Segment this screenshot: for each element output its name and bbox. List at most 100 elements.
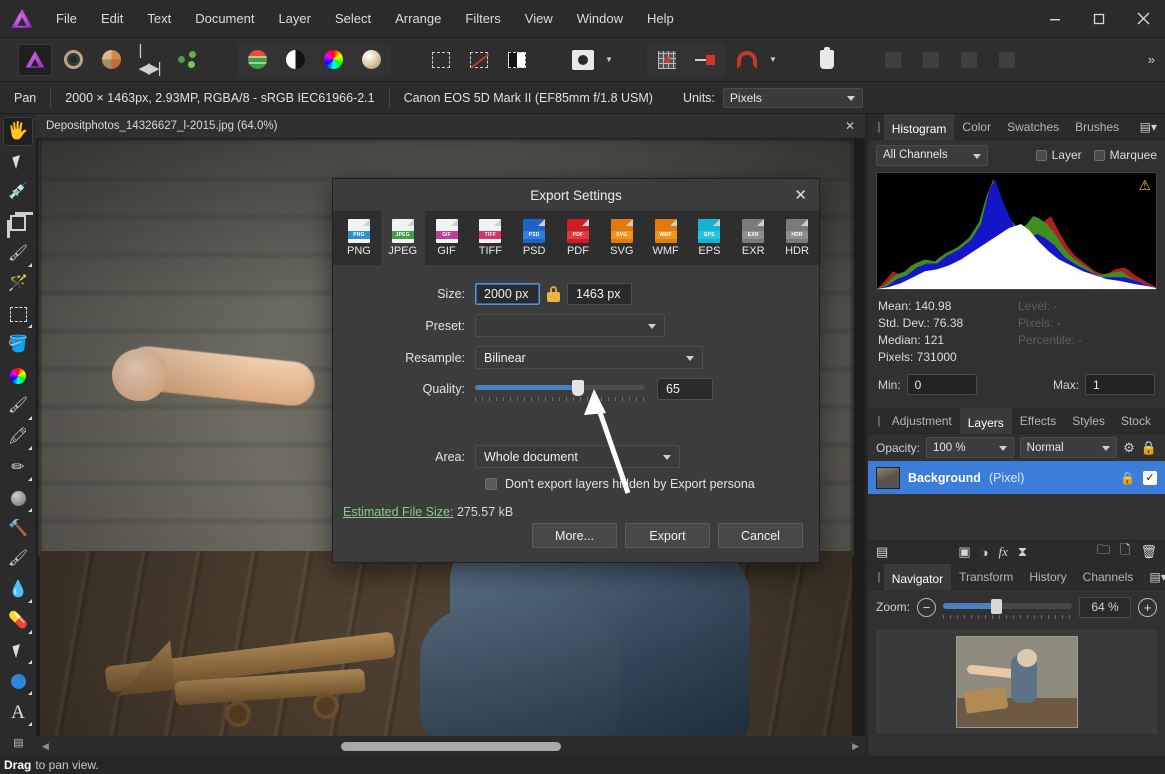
menu-edit[interactable]: Edit bbox=[89, 0, 135, 38]
channel-select[interactable]: All Channels bbox=[876, 145, 988, 166]
cancel-button[interactable]: Cancel bbox=[718, 523, 803, 548]
max-input[interactable]: 1 bbox=[1085, 374, 1155, 395]
marquee-checkbox[interactable] bbox=[1094, 150, 1105, 161]
units-select[interactable]: Pixels bbox=[723, 88, 863, 108]
tab-stock[interactable]: Stock bbox=[1113, 408, 1159, 434]
tool-healing-brush[interactable]: 💊 bbox=[3, 606, 33, 635]
tool-frame-text[interactable]: ▤ bbox=[3, 729, 33, 758]
menu-text[interactable]: Text bbox=[135, 0, 183, 38]
opacity-select[interactable]: 100 % bbox=[926, 437, 1014, 458]
minimize-button[interactable] bbox=[1033, 0, 1077, 38]
document-tab-close-icon[interactable]: ✕ bbox=[845, 119, 855, 133]
menu-select[interactable]: Select bbox=[323, 0, 383, 38]
distribute-button[interactable] bbox=[952, 44, 986, 76]
menu-file[interactable]: File bbox=[44, 0, 89, 38]
tool-color-picker[interactable]: 💉 bbox=[3, 178, 33, 207]
capture-dropdown[interactable]: ▼ bbox=[602, 45, 616, 75]
panel-grip-icon[interactable]: || bbox=[872, 415, 884, 427]
tool-node[interactable] bbox=[3, 637, 33, 666]
navigator-preview[interactable] bbox=[876, 630, 1157, 734]
liquify-persona-button[interactable] bbox=[56, 44, 90, 76]
align-left-button[interactable] bbox=[876, 44, 910, 76]
format-tab-wmf[interactable]: WMFWMF bbox=[644, 211, 688, 265]
live-filter-icon[interactable]: ⧗ bbox=[1018, 544, 1027, 560]
panel-menu-icon[interactable]: ▤▾ bbox=[1159, 414, 1165, 428]
tool-retouch[interactable]: 🖌 bbox=[3, 239, 33, 268]
menu-window[interactable]: Window bbox=[565, 0, 635, 38]
marquee-select-button[interactable] bbox=[424, 44, 458, 76]
tool-erase-brush[interactable]: ✏ bbox=[3, 453, 33, 482]
tab-channels[interactable]: Channels bbox=[1075, 564, 1142, 590]
tab-history[interactable]: History bbox=[1021, 564, 1074, 590]
export-persona-button[interactable] bbox=[170, 44, 204, 76]
menu-view[interactable]: View bbox=[513, 0, 565, 38]
clipping-warning-icon[interactable]: ⚠ bbox=[1138, 177, 1151, 194]
canvas-horizontal-scrollbar[interactable]: ◀ ▶ bbox=[36, 736, 865, 756]
tab-histogram[interactable]: Histogram bbox=[884, 114, 955, 140]
close-button[interactable] bbox=[1121, 0, 1165, 38]
panel-grip-icon[interactable]: || bbox=[872, 571, 884, 583]
fill-button[interactable] bbox=[990, 44, 1024, 76]
lock-icon[interactable]: 🔒 bbox=[1141, 440, 1157, 456]
adjustment-icon[interactable]: ◑ bbox=[981, 545, 989, 560]
zoom-slider[interactable] bbox=[943, 599, 1072, 615]
layer-visibility-checkbox[interactable]: ✓ bbox=[1143, 471, 1157, 485]
format-tab-svg[interactable]: SVGSVG bbox=[600, 211, 644, 265]
tab-transform[interactable]: Transform bbox=[951, 564, 1021, 590]
tool-crop[interactable] bbox=[3, 209, 33, 238]
maximize-button[interactable] bbox=[1077, 0, 1121, 38]
tool-ellipse[interactable] bbox=[3, 667, 33, 696]
snap-to-guides-button[interactable] bbox=[688, 44, 722, 76]
layer-checkbox[interactable] bbox=[1036, 150, 1047, 161]
format-tab-tiff[interactable]: TIFFTIFF bbox=[468, 211, 512, 265]
size-height-input[interactable]: 1463 px bbox=[567, 283, 632, 305]
trash-button[interactable] bbox=[810, 44, 844, 76]
dialog-close-icon[interactable]: ✕ bbox=[794, 186, 807, 204]
new-group-icon[interactable]: 🗀 bbox=[1097, 541, 1110, 563]
tab-color[interactable]: Color bbox=[954, 114, 999, 140]
tool-dodge-burn[interactable] bbox=[3, 484, 33, 513]
preset-select[interactable] bbox=[475, 314, 665, 337]
tab-effects[interactable]: Effects bbox=[1012, 408, 1064, 434]
tone-mapping-persona-button[interactable]: |◀▶| bbox=[132, 44, 166, 76]
tab-brushes[interactable]: Brushes bbox=[1067, 114, 1127, 140]
format-tab-png[interactable]: PNGPNG bbox=[337, 211, 381, 265]
marquee-checkbox-row[interactable]: Marquee bbox=[1094, 148, 1157, 162]
layer-checkbox-row[interactable]: Layer bbox=[1036, 148, 1082, 162]
format-tab-jpeg[interactable]: JPEGJPEG bbox=[381, 211, 425, 265]
tab-styles[interactable]: Styles bbox=[1064, 408, 1113, 434]
delete-layer-icon[interactable]: 🗑 bbox=[1140, 544, 1157, 560]
gear-icon[interactable]: ⚙ bbox=[1123, 440, 1135, 456]
layer-lock-icon[interactable]: 🔒 bbox=[1120, 471, 1135, 485]
hidden-layers-checkbox[interactable] bbox=[485, 478, 497, 490]
size-width-input[interactable]: 2000 px bbox=[475, 283, 540, 305]
layer-stack-icon[interactable]: ▤ bbox=[876, 544, 888, 560]
tool-paint-mixer[interactable]: 🖍 bbox=[3, 423, 33, 452]
menu-filters[interactable]: Filters bbox=[453, 0, 512, 38]
gradient-button[interactable] bbox=[354, 44, 388, 76]
horizontal-scroll-thumb[interactable] bbox=[341, 742, 561, 751]
fx-icon[interactable]: fx bbox=[998, 544, 1007, 560]
panel-menu-icon[interactable]: ▤▾ bbox=[1132, 120, 1165, 134]
hidden-layers-row[interactable]: Don't export layers hidden by Export per… bbox=[485, 477, 819, 491]
scroll-left-arrow-icon[interactable]: ◀ bbox=[42, 741, 49, 752]
quality-value-input[interactable]: 65 bbox=[657, 378, 713, 400]
resample-select[interactable]: Bilinear bbox=[475, 346, 703, 369]
tool-marquee[interactable] bbox=[3, 300, 33, 329]
tool-selection-brush[interactable]: 🪄 bbox=[3, 270, 33, 299]
min-input[interactable]: 0 bbox=[907, 374, 977, 395]
tool-paint-brush[interactable] bbox=[3, 362, 33, 391]
tool-pixel[interactable]: 🖌 bbox=[3, 392, 33, 421]
tab-adjustment[interactable]: Adjustment bbox=[884, 408, 960, 434]
format-tab-hdr[interactable]: HDRHDR bbox=[775, 211, 819, 265]
format-tab-exr[interactable]: EXREXR bbox=[731, 211, 775, 265]
layer-row-background[interactable]: Background (Pixel) 🔒 ✓ bbox=[868, 461, 1165, 494]
magnetic-snapping-button[interactable] bbox=[730, 44, 764, 76]
area-select[interactable]: Whole document bbox=[475, 445, 680, 468]
link-lock-icon[interactable] bbox=[547, 286, 560, 302]
show-grid-button[interactable] bbox=[650, 44, 684, 76]
quality-slider[interactable] bbox=[475, 378, 645, 400]
zoom-slider-thumb[interactable] bbox=[991, 599, 1002, 614]
brightness-contrast-button[interactable] bbox=[278, 44, 312, 76]
new-layer-icon[interactable]: 🗋 bbox=[1120, 541, 1130, 563]
